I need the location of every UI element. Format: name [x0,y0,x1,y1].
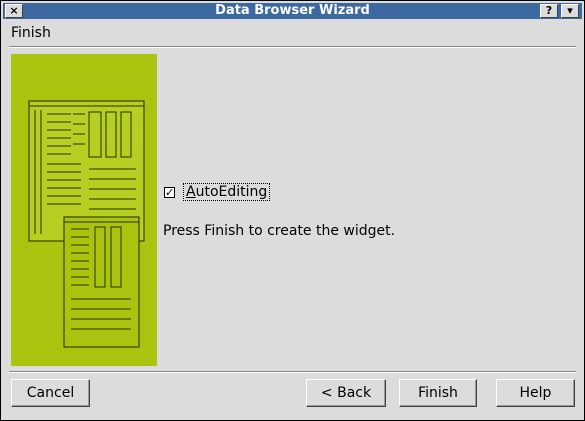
window-title: Data Browser Wizard [215,3,370,18]
finish-message: Press Finish to create the widget. [163,223,396,239]
wizard-illustration [11,54,157,366]
autoediting-label[interactable]: AutoEditing [183,183,271,201]
window-menu-icon[interactable]: ▾ [561,4,579,18]
back-button[interactable]: < Back [306,379,386,407]
page-title: Finish [11,25,51,41]
divider-bottom [9,371,576,373]
finish-button[interactable]: Finish [399,379,477,407]
title-bar[interactable]: × Data Browser Wizard ? ▾ [3,3,582,19]
spreadsheet-forms-illustration-icon [28,100,145,348]
wizard-window: × Data Browser Wizard ? ▾ Finish ✓ AutoE… [0,0,585,421]
help-icon[interactable]: ? [540,4,558,18]
autoediting-checkbox[interactable]: ✓ [164,186,175,198]
divider-top [9,46,576,48]
cancel-button[interactable]: Cancel [11,379,90,407]
help-button[interactable]: Help [496,379,575,407]
autoediting-label-text: utoEditing [195,184,268,200]
autoediting-option[interactable]: ✓ AutoEditing [164,183,271,201]
autoediting-mnemonic: A [186,184,196,200]
